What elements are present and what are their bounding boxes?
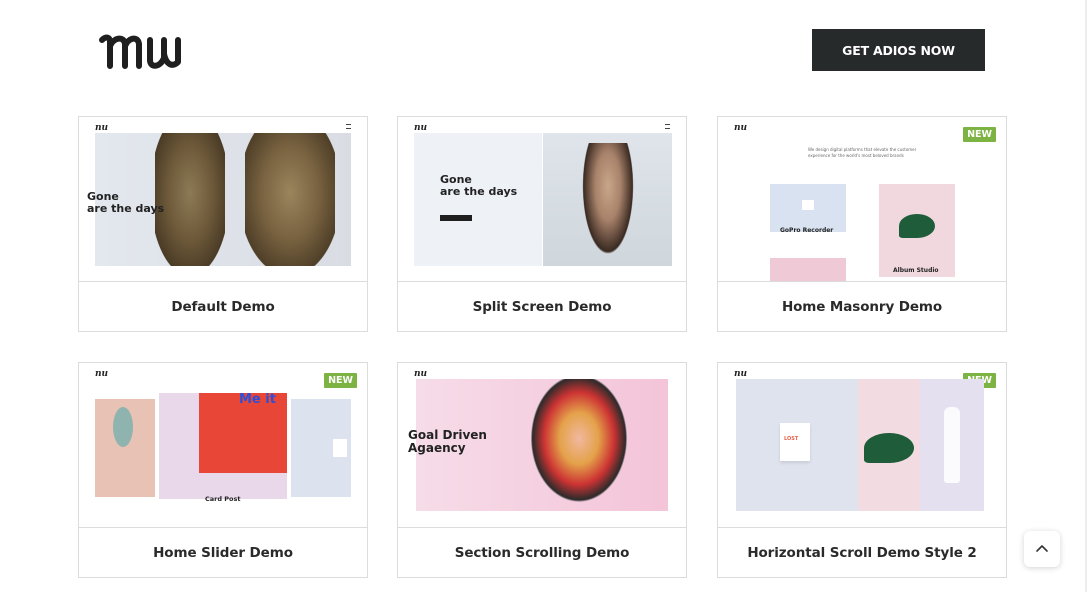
demo-card-home-masonry[interactable]: nu NEW We design digital platforms that … [717, 116, 1007, 332]
masonry-tile [770, 258, 846, 281]
album-title: Album Studio [893, 267, 939, 274]
hero-headline: Gone are the days [440, 173, 518, 199]
chevron-up-icon [1036, 545, 1048, 552]
get-adios-now-button[interactable]: GET ADIOS NOW [812, 29, 985, 71]
demo-thumbnail[interactable]: nu NEW LOST [718, 363, 1006, 528]
mini-logo: nu [734, 369, 748, 379]
bag-label: LOST [784, 436, 799, 442]
demo-card-split-screen[interactable]: nu Gone are the days Split Screen Demo [397, 116, 687, 332]
demo-card-default[interactable]: nu Gone are the days Default Demo [78, 116, 368, 332]
album-tile [879, 184, 955, 277]
demo-label: Split Screen Demo [472, 299, 612, 315]
slide-image-left [95, 399, 155, 497]
new-badge: NEW [963, 127, 996, 142]
split-left-panel: Gone are the days [414, 133, 542, 266]
panel-bag: LOST [736, 379, 858, 511]
hero-headline: Gone are the days [87, 190, 165, 216]
demo-card-section-scrolling[interactable]: nu Goal Driven Agaency Section Scrolling … [397, 362, 687, 578]
menu-icon [665, 124, 670, 129]
demo-thumbnail[interactable]: nu NEW Me it Card Post [79, 363, 367, 528]
demo-label: Default Demo [171, 299, 275, 315]
mini-logo: nu [734, 123, 748, 133]
demo-label: Home Slider Demo [153, 545, 293, 561]
menu-icon [346, 124, 351, 129]
panel-leaf [858, 379, 920, 511]
mini-logo: nu [414, 369, 428, 379]
slide-image-center: Me it [159, 393, 287, 499]
scroll-to-top-button[interactable] [1024, 531, 1060, 567]
intro-text: We design digital platforms that elevate… [808, 147, 917, 158]
demo-card-home-slider[interactable]: nu NEW Me it Card Post Home Slider Demo [78, 362, 368, 578]
demo-thumbnail[interactable]: nu Gone are the days [398, 117, 686, 282]
demo-thumbnail[interactable]: nu Goal Driven Agaency [398, 363, 686, 528]
panel-bottle [920, 379, 984, 511]
demo-thumbnail[interactable]: nu Gone are the days [79, 117, 367, 282]
demo-label: Home Masonry Demo [781, 299, 943, 315]
hero-headline: Goal Driven Agaency [408, 428, 487, 456]
mini-logo: nu [95, 123, 109, 133]
mini-logo: nu [414, 123, 428, 133]
brand-logo[interactable] [98, 28, 184, 72]
mini-logo: nu [95, 369, 109, 379]
demo-card-horizontal-scroll-2[interactable]: nu NEW LOST Horizontal Scroll Demo Style… [717, 362, 1007, 578]
slide-image-right [291, 399, 351, 497]
new-badge: NEW [324, 373, 357, 388]
demo-label: Section Scrolling Demo [454, 545, 630, 561]
gopro-tile [770, 184, 846, 232]
slide-caption: Card Post [205, 495, 241, 503]
demo-thumbnail[interactable]: nu NEW We design digital platforms that … [718, 117, 1006, 282]
gopro-title: GoPro Recorder [780, 227, 834, 234]
split-right-image [543, 133, 672, 266]
demo-label: Horizontal Scroll Demo Style 2 [747, 545, 977, 561]
